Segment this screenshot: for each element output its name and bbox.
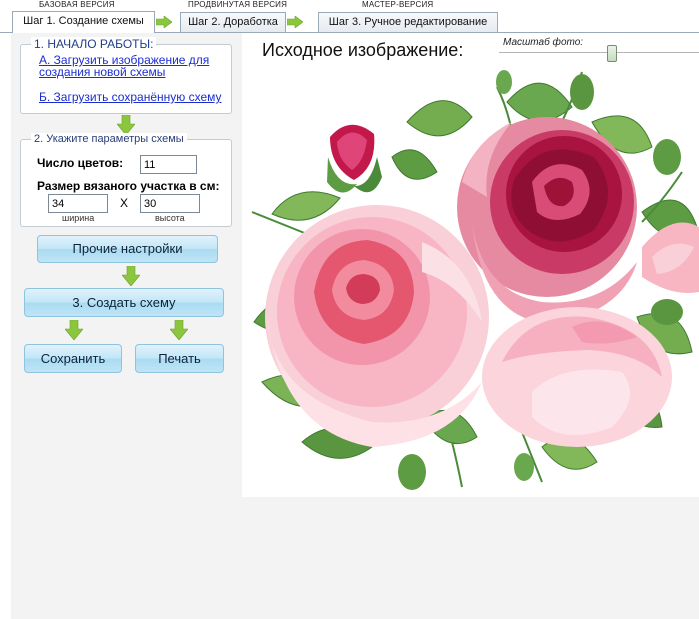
photo-scale-label: Масштаб фото:	[503, 37, 584, 48]
height-field[interactable]	[140, 194, 200, 213]
height-caption: высота	[155, 213, 185, 223]
width-field[interactable]	[48, 194, 108, 213]
source-image	[242, 62, 699, 497]
version-master-label: МАСТЕР-ВЕРСИЯ	[362, 0, 434, 9]
arrow-down-icon	[65, 320, 83, 340]
arrow-down-icon	[170, 320, 188, 340]
arrow-right-icon	[156, 16, 172, 28]
tab-step3[interactable]: Шаг 3. Ручное редактирование	[318, 12, 498, 32]
arrow-down-icon	[117, 115, 135, 135]
load-saved-scheme-link[interactable]: Б. Загрузить сохранённую схему	[39, 91, 222, 104]
print-button[interactable]: Печать	[135, 344, 224, 373]
version-basic-label: БАЗОВАЯ ВЕРСИЯ	[39, 0, 115, 9]
tab-step2[interactable]: Шаг 2. Доработка	[180, 12, 286, 32]
create-scheme-button[interactable]: 3. Создать схему	[24, 288, 224, 317]
save-button[interactable]: Сохранить	[24, 344, 122, 373]
rose-bouquet-image	[251, 70, 699, 490]
source-image-title: Исходное изображение:	[262, 40, 464, 60]
photo-scale-slider-thumb[interactable]	[607, 45, 617, 62]
arrow-down-icon	[122, 266, 140, 286]
photo-scale-track[interactable]	[499, 52, 699, 53]
load-image-link-line2[interactable]: создания новой схемы	[39, 66, 165, 79]
start-group-title: 1. НАЧАЛО РАБОТЫ:	[31, 37, 157, 51]
preview-bottom-area	[242, 497, 699, 619]
version-advanced-label: ПРОДВИНУТАЯ ВЕРСИЯ	[188, 0, 288, 9]
tab-step1[interactable]: Шаг 1. Создание схемы	[12, 11, 155, 33]
times-label: X	[120, 196, 129, 210]
width-caption: ширина	[62, 213, 95, 223]
size-label: Размер вязаного участка в см:	[37, 179, 220, 193]
colors-count-field[interactable]	[140, 155, 197, 174]
arrow-right-icon	[287, 16, 303, 28]
other-settings-button[interactable]: Прочие настройки	[37, 235, 218, 263]
params-group-title: 2. Укажите параметры схемы	[31, 133, 187, 145]
colors-count-label: Число цветов:	[37, 156, 124, 170]
